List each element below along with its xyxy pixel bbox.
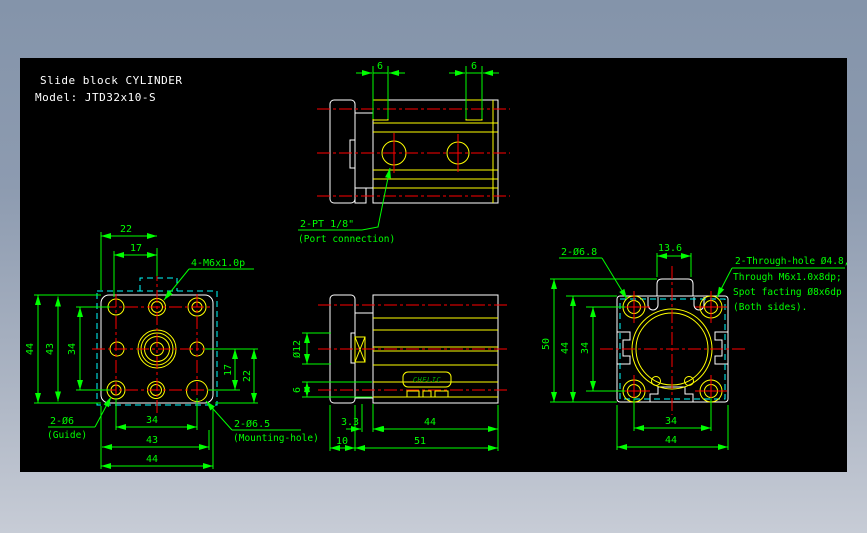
svg-text:44: 44 [146, 454, 158, 465]
svg-text:34: 34 [580, 342, 591, 354]
guide-note: (Guide) [47, 430, 87, 441]
svg-text:3.3: 3.3 [341, 417, 359, 428]
svg-text:34: 34 [67, 343, 78, 355]
note-line-3: Spot facting Ø8x6dp [733, 287, 842, 298]
svg-text:43: 43 [45, 343, 56, 355]
svg-text:44: 44 [424, 417, 436, 428]
svg-text:22: 22 [120, 224, 132, 235]
svg-text:22: 22 [242, 370, 253, 382]
svg-text:17: 17 [130, 243, 142, 254]
thread-label: 4-M6x1.0p [191, 258, 245, 269]
model-space-canvas[interactable] [20, 58, 847, 472]
svg-text:51: 51 [414, 436, 426, 447]
svg-text:44: 44 [25, 343, 36, 355]
drawing-title: Slide block CYLINDER [40, 74, 182, 87]
port-note: (Port connection) [298, 234, 395, 245]
mount-label: 2-Ø6.5 [234, 418, 270, 430]
svg-text:50: 50 [541, 338, 552, 350]
svg-text:34: 34 [146, 415, 158, 426]
svg-text:44: 44 [665, 435, 677, 446]
cad-window: Slide block CYLINDER Model: JTD32x10-S 6… [0, 0, 867, 533]
brand-logo: CHELIC [413, 376, 442, 384]
svg-text:Ø12: Ø12 [291, 340, 303, 358]
svg-text:13.6: 13.6 [658, 243, 682, 254]
mount-note: (Mounting-hole) [233, 433, 319, 444]
svg-text:6: 6 [377, 61, 383, 72]
svg-text:17: 17 [223, 364, 234, 376]
note-line-2: Through M6x1.0x8dp; [733, 272, 842, 283]
svg-text:6: 6 [292, 387, 303, 393]
svg-text:34: 34 [665, 416, 677, 427]
port-label: 2-PT 1/8" [300, 219, 354, 230]
rear-hole-label: 2-Ø6.8 [561, 246, 597, 258]
note-line-4: (Both sides). [733, 302, 807, 313]
drawing-model: Model: JTD32x10-S [35, 91, 156, 104]
svg-text:6: 6 [471, 61, 477, 72]
note-line-1: 2-Through-hole Ø4.8, [735, 256, 849, 267]
svg-text:44: 44 [560, 342, 571, 354]
drawing-viewport[interactable]: Slide block CYLINDER Model: JTD32x10-S 6… [0, 0, 867, 533]
guide-label: 2-Ø6 [50, 415, 74, 427]
svg-text:10: 10 [336, 436, 348, 447]
svg-text:43: 43 [146, 435, 158, 446]
